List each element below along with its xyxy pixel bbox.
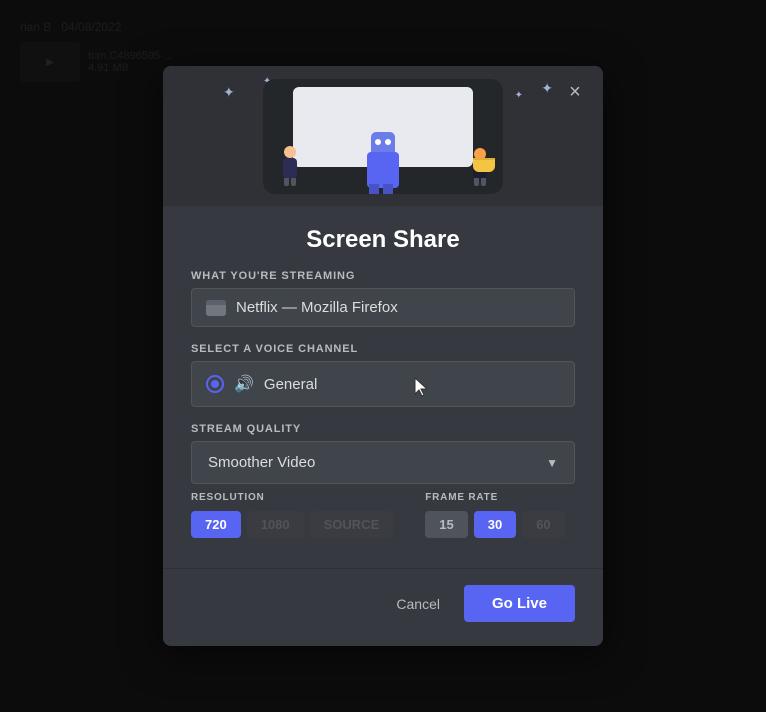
chevron-down-icon: ▼ (546, 456, 558, 470)
quality-settings: RESOLUTION 720 1080 SOURCE FRAME RATE 15… (191, 484, 575, 542)
speaker-icon: 🔊 (234, 374, 254, 394)
resolution-btn-group: 720 1080 SOURCE (191, 511, 393, 538)
resolution-source-button: SOURCE (310, 511, 394, 538)
modal-overlay: ✦ ✦ ✦ ✦ (0, 0, 766, 712)
sparkle-icon-3: ✦ (515, 90, 523, 101)
framerate-15-button[interactable]: 15 (425, 511, 467, 538)
modal-body: Screen Share WHAT YOU'RE STREAMING Netfl… (163, 206, 603, 568)
quality-section-label: STREAM QUALITY (191, 423, 575, 435)
framerate-30-button[interactable]: 30 (474, 511, 516, 538)
framerate-60-button: 60 (522, 511, 564, 538)
framerate-col: FRAME RATE 15 30 60 (425, 492, 575, 538)
voice-channel-box[interactable]: 🔊 General (191, 361, 575, 407)
modal-footer: Cancel Go Live (163, 568, 603, 646)
modal-title: Screen Share (191, 206, 575, 254)
voice-channel-section: SELECT A VOICE CHANNEL 🔊 General (191, 343, 575, 407)
resolution-label: RESOLUTION (191, 492, 393, 503)
streaming-section: WHAT YOU'RE STREAMING Netflix — Mozilla … (191, 270, 575, 327)
streaming-value: Netflix — Mozilla Firefox (236, 299, 398, 316)
go-live-button[interactable]: Go Live (464, 585, 575, 622)
framerate-btn-group: 15 30 60 (425, 511, 575, 538)
resolution-1080-button: 1080 (247, 511, 304, 538)
screen-share-modal: ✦ ✦ ✦ ✦ (163, 66, 603, 646)
resolution-col: RESOLUTION 720 1080 SOURCE (191, 492, 393, 538)
close-button[interactable]: × (561, 78, 589, 106)
window-icon (206, 300, 226, 316)
character-left (283, 146, 297, 186)
voice-channel-label: SELECT A VOICE CHANNEL (191, 343, 575, 355)
radio-button[interactable] (206, 375, 224, 393)
cancel-button[interactable]: Cancel (388, 590, 448, 618)
quality-dropdown[interactable]: Smoother Video ▼ (191, 441, 575, 484)
sparkle-icon-4: ✦ (541, 80, 553, 97)
streaming-box: Netflix — Mozilla Firefox (191, 288, 575, 327)
stream-quality-section: STREAM QUALITY Smoother Video ▼ RESOLUTI… (191, 423, 575, 542)
robot-character (367, 132, 399, 188)
streaming-label: WHAT YOU'RE STREAMING (191, 270, 575, 282)
quality-dropdown-value: Smoother Video (208, 454, 315, 471)
framerate-label: FRAME RATE (425, 492, 575, 503)
radio-inner (211, 380, 219, 388)
modal-header-art: ✦ ✦ ✦ ✦ (163, 66, 603, 206)
sparkle-icon: ✦ (223, 84, 235, 101)
voice-channel-name: General (264, 376, 317, 393)
resolution-720-button[interactable]: 720 (191, 511, 241, 538)
